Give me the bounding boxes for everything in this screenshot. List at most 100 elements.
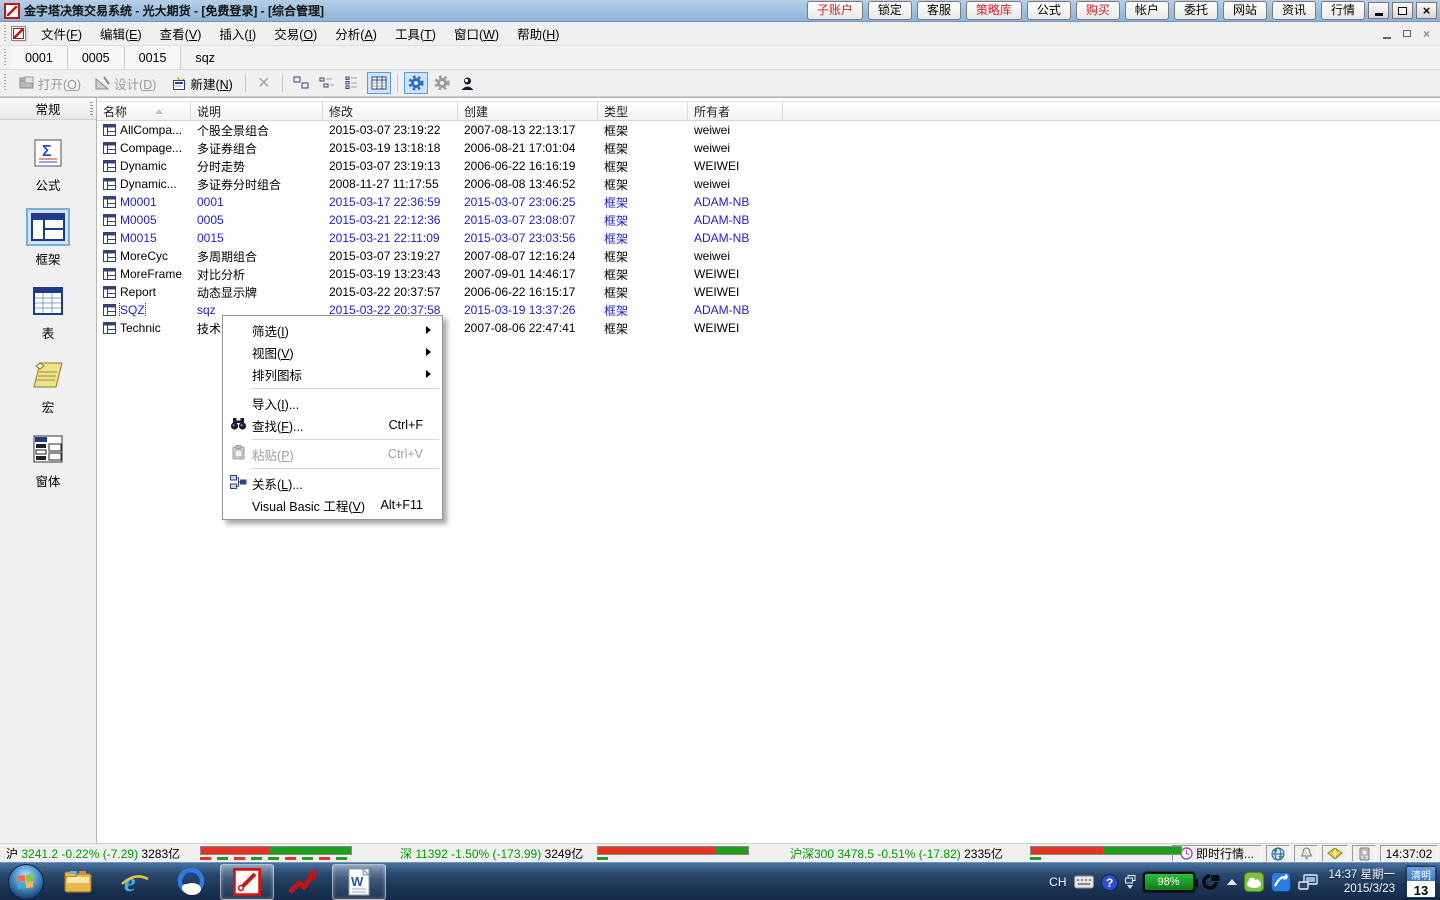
taskbar-item-pyramid[interactable] [220, 864, 274, 900]
titlebar-button-委托[interactable]: 委托 [1174, 1, 1218, 20]
context-menu-item-关系[interactable]: 关系(L)... [224, 472, 441, 494]
menu-item-label: 筛选(I) [252, 321, 426, 340]
diamond-icon [1327, 848, 1343, 860]
mdi-close-icon[interactable]: × [1423, 29, 1430, 39]
network-icon[interactable] [1298, 874, 1318, 890]
menu-item[interactable]: 工具(T) [386, 21, 445, 46]
titlebar-button-公式[interactable]: 公式 [1027, 1, 1071, 20]
taskbar-item-stock-app[interactable] [276, 864, 330, 900]
cloud-app-icon[interactable] [1244, 872, 1264, 892]
user-button[interactable] [456, 72, 480, 94]
gem-segment[interactable] [1322, 845, 1348, 862]
titlebar-button-购买[interactable]: 购买 [1076, 1, 1120, 20]
list-view-button[interactable] [341, 72, 365, 94]
taskbar-item-word[interactable]: W [332, 864, 386, 900]
large-icons-view-button[interactable] [289, 72, 313, 94]
column-header-修改[interactable]: 修改 [323, 102, 458, 120]
column-header-所有者[interactable]: 所有者 [688, 102, 783, 120]
tray-expand-icon[interactable] [1227, 879, 1237, 885]
device-segment[interactable] [1352, 845, 1376, 862]
small-icons-view-button[interactable] [315, 72, 339, 94]
mdi-minimize-icon[interactable] [1383, 37, 1391, 39]
tab-0001[interactable]: 0001 [11, 46, 68, 69]
tab-0005[interactable]: 0005 [68, 46, 125, 69]
table-row-Dynamic...[interactable]: Dynamic...多证券分时组合2008-11-27 11:17:552006… [97, 175, 1440, 193]
context-menu-item-导入[interactable]: 导入(I)... [224, 392, 441, 414]
table-row-Dynamic[interactable]: Dynamic分时走势2015-03-07 23:19:132006-06-22… [97, 157, 1440, 175]
tab-sqz[interactable]: sqz [181, 46, 228, 69]
battery-indicator[interactable]: 98% [1143, 872, 1195, 892]
menubar-drag-handle[interactable] [3, 25, 8, 43]
sidebar-item-窗体[interactable]: 窗体 [0, 430, 96, 490]
table-row-MoreCyc[interactable]: MoreCyc多周期组合2015-03-07 23:19:272007-08-0… [97, 247, 1440, 265]
menu-item[interactable]: 交易(O) [265, 21, 326, 46]
menu-item[interactable]: 文件(F) [32, 21, 91, 46]
column-header-名称[interactable]: 名称 [97, 102, 191, 120]
power-plug-icon[interactable] [1202, 874, 1220, 890]
table-row-AllCompa...[interactable]: AllCompa...个股全景组合2015-03-07 23:19:222007… [97, 121, 1440, 139]
design-button[interactable]: 设计(D) [89, 71, 162, 96]
taskbar-clock[interactable]: 14:37 星期一 2015/3/23 [1329, 868, 1395, 896]
sidebar-item-框架[interactable]: 框架 [0, 208, 96, 268]
mdi-restore-icon[interactable] [1403, 30, 1411, 37]
titlebar-button-客服[interactable]: 客服 [917, 1, 961, 20]
table-row-MoreFrame[interactable]: MoreFrame对比分析2015-03-19 13:23:432007-09-… [97, 265, 1440, 283]
globe-segment[interactable] [1266, 845, 1290, 862]
thunder-app-icon[interactable] [1271, 872, 1291, 892]
menu-item[interactable]: 查看(V) [151, 21, 211, 46]
taskbar-item-explorer[interactable] [52, 864, 106, 900]
keyboard-icon[interactable] [1074, 875, 1094, 889]
delete-button[interactable]: ✕ [252, 72, 276, 94]
titlebar-button-策略库[interactable]: 策略库 [966, 1, 1022, 20]
context-menu-item-筛选[interactable]: 筛选(I) [224, 319, 441, 341]
column-header-创建[interactable]: 创建 [458, 102, 598, 120]
table-row-Report[interactable]: Report动态显示牌2015-03-22 20:37:572006-06-22… [97, 283, 1440, 301]
sidebar-item-公式[interactable]: Σ公式 [0, 134, 96, 194]
column-header-说明[interactable]: 说明 [191, 102, 323, 120]
realtime-quote-segment[interactable]: 即时行情... [1172, 845, 1262, 862]
tab-0015[interactable]: 0015 [125, 46, 182, 69]
table-row-M0005[interactable]: M000500052015-03-21 22:12:362015-03-07 2… [97, 211, 1440, 229]
table-row-M0001[interactable]: M000100012015-03-17 22:36:592015-03-07 2… [97, 193, 1440, 211]
restore-button[interactable] [1392, 2, 1413, 19]
context-menu-item-查找[interactable]: 查找(F)...Ctrl+F [224, 414, 441, 436]
tabbar-drag-handle[interactable] [3, 49, 8, 67]
sidebar-item-表[interactable]: 表 [0, 282, 96, 342]
taskbar-item-qq-browser[interactable] [164, 864, 218, 900]
taskbar-item-ie[interactable]: e [108, 864, 162, 900]
language-indicator[interactable]: CH [1049, 875, 1066, 889]
menu-item[interactable]: 帮助(H) [508, 21, 568, 46]
menu-item[interactable]: 分析(A) [326, 21, 386, 46]
titlebar-button-行情[interactable]: 行情 [1321, 1, 1365, 20]
gear-blue-button[interactable] [404, 72, 428, 94]
alert-segment[interactable] [1294, 845, 1318, 862]
help-icon[interactable]: ? [1101, 874, 1118, 891]
minimize-button[interactable] [1368, 2, 1389, 19]
column-header-类型[interactable]: 类型 [598, 102, 688, 120]
menu-item[interactable]: 插入(I) [210, 21, 265, 46]
details-view-button[interactable] [367, 72, 391, 94]
menu-item[interactable]: 窗口(W) [445, 21, 508, 46]
menu-item[interactable]: 编辑(E) [91, 21, 151, 46]
titlebar-button-资讯[interactable]: 资讯 [1272, 1, 1316, 20]
new-button[interactable]: 新建(N) [164, 71, 238, 96]
row-owner: ADAM-NB [688, 213, 783, 227]
context-menu-item-视图[interactable]: 视图(V) [224, 341, 441, 363]
titlebar-button-网站[interactable]: 网站 [1223, 1, 1267, 20]
titlebar-button-子账户[interactable]: 子账户 [807, 1, 863, 20]
titlebar-button-锁定[interactable]: 锁定 [868, 1, 912, 20]
close-button[interactable]: × [1416, 2, 1437, 19]
start-button[interactable] [8, 864, 44, 900]
language-bar-options[interactable] [1125, 875, 1136, 889]
open-button[interactable]: 打开(O) [13, 71, 87, 96]
titlebar-button-帐户[interactable]: 帐户 [1125, 1, 1169, 20]
sidebar-item-宏[interactable]: 宏 [0, 356, 96, 416]
table-row-Compage...[interactable]: Compage...多证券组合2015-03-19 13:18:182006-0… [97, 139, 1440, 157]
context-menu-item-Visual Basic 工程[interactable]: Visual Basic 工程(V)Alt+F11 [224, 494, 441, 516]
gear-gray-button[interactable] [430, 72, 454, 94]
table-row-M0015[interactable]: M001500152015-03-21 22:11:092015-03-07 2… [97, 229, 1440, 247]
calendar-widget[interactable]: 清明 13 [1406, 866, 1436, 898]
toolbar-drag-handle[interactable] [3, 74, 8, 92]
context-menu-item-排列图标[interactable]: 排列图标 [224, 363, 441, 385]
sidebar-header[interactable]: 常规 [0, 98, 96, 120]
